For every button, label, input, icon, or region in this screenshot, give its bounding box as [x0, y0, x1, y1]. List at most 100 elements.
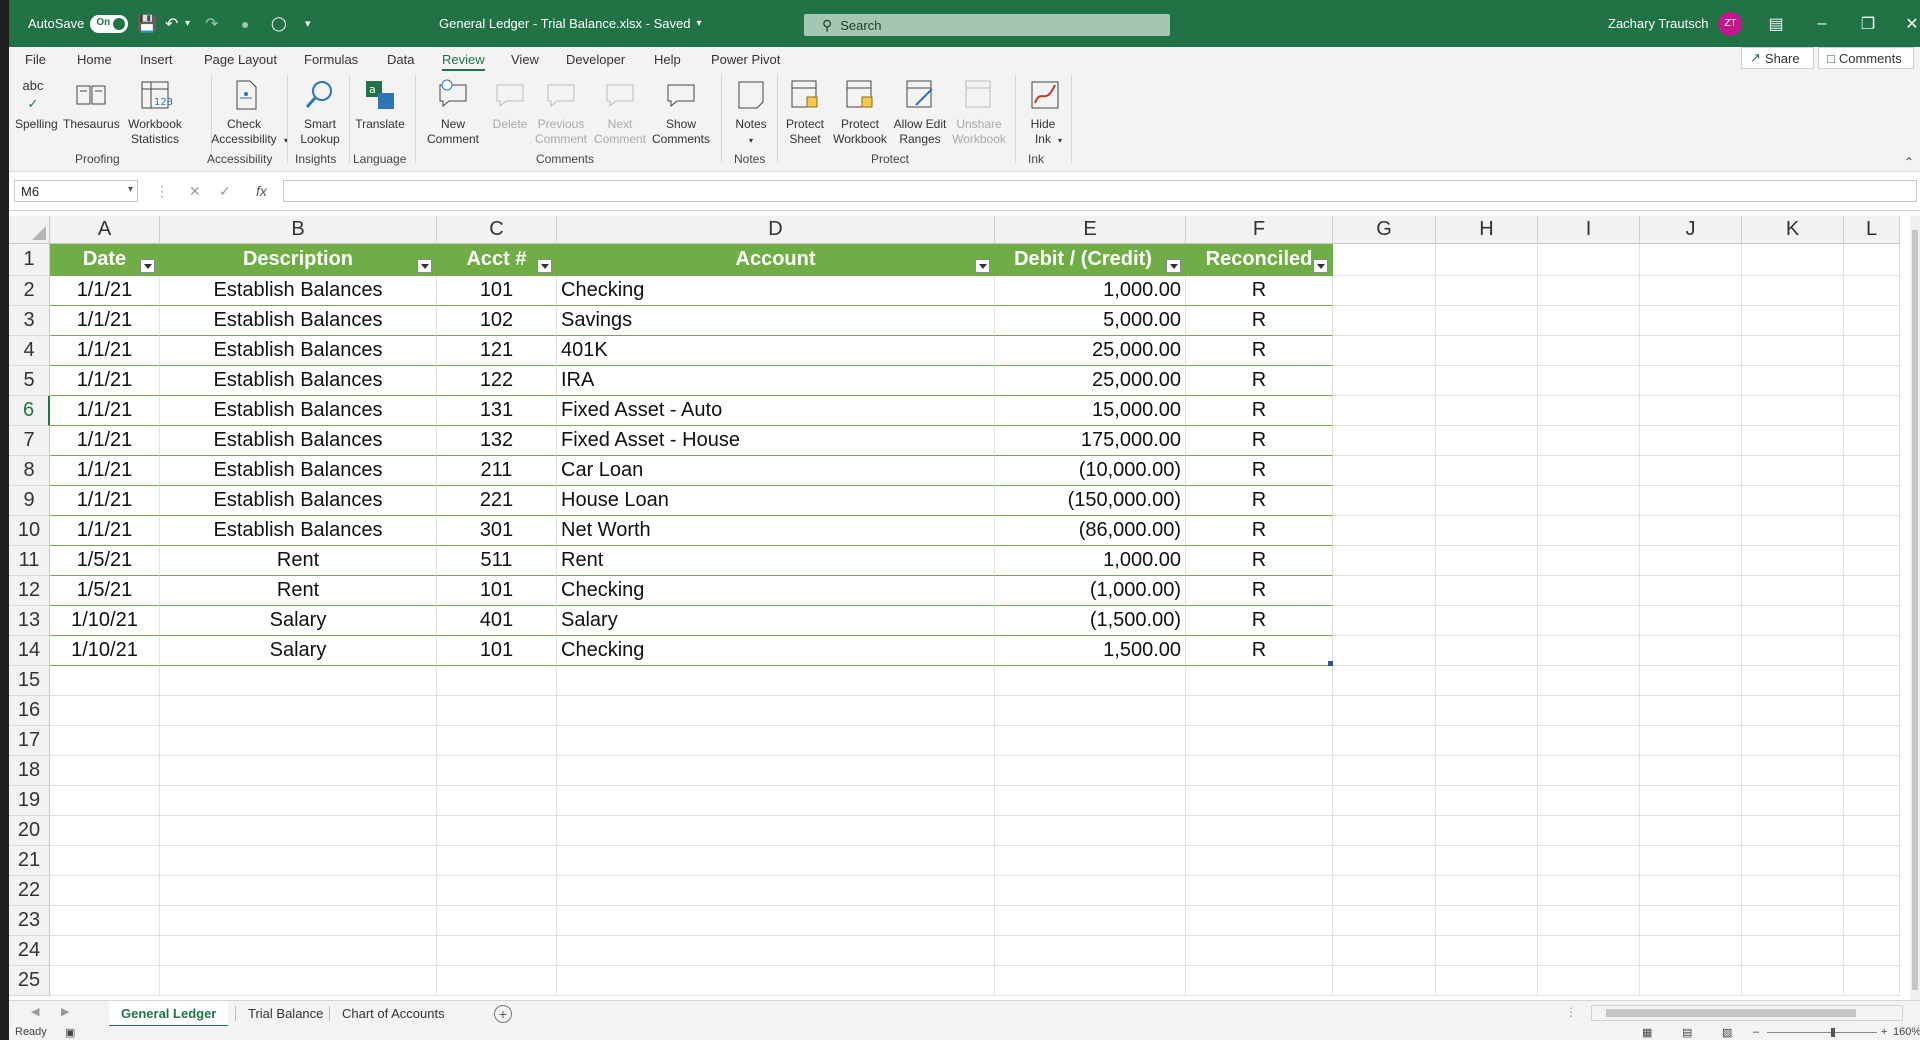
grid-cell[interactable] — [437, 876, 557, 906]
grid-cell[interactable] — [1742, 876, 1844, 906]
table-cell[interactable]: 1/1/21 — [50, 336, 160, 366]
table-cell[interactable]: R — [1186, 516, 1333, 546]
grid-cell[interactable] — [1436, 696, 1538, 726]
grid-cell[interactable] — [1538, 606, 1640, 636]
grid-cell[interactable] — [1333, 244, 1436, 276]
grid-cell[interactable] — [160, 696, 437, 726]
grid-cell[interactable] — [160, 786, 437, 816]
table-cell[interactable]: Establish Balances — [160, 366, 437, 396]
grid-cell[interactable] — [1742, 426, 1844, 456]
grid-cell[interactable] — [1742, 306, 1844, 336]
grid-cell[interactable] — [1436, 606, 1538, 636]
row-header-24[interactable]: 24 — [9, 936, 50, 966]
grid-cell[interactable] — [1436, 336, 1538, 366]
grid-cell[interactable] — [557, 936, 995, 966]
grid-cell[interactable] — [1186, 966, 1333, 996]
column-header-l[interactable]: L — [1844, 216, 1900, 244]
tab-view[interactable]: View — [511, 49, 539, 69]
protect-workbook-button[interactable]: Protect Workbook — [829, 77, 891, 147]
table-cell[interactable]: 175,000.00 — [995, 426, 1186, 456]
tab-developer[interactable]: Developer — [566, 49, 625, 69]
grid-cell[interactable] — [1640, 244, 1742, 276]
grid-cell[interactable] — [1436, 666, 1538, 696]
zoom-slider-thumb[interactable] — [1831, 1028, 1835, 1037]
grid-cell[interactable] — [557, 816, 995, 846]
search-box[interactable]: ⚲ Search — [804, 14, 1170, 36]
grid-cell[interactable] — [1333, 816, 1436, 846]
column-header-j[interactable]: J — [1640, 216, 1742, 244]
table-cell[interactable]: 1/1/21 — [50, 516, 160, 546]
undo-icon[interactable]: ↶ — [165, 0, 178, 47]
grid-cell[interactable] — [1333, 636, 1436, 666]
grid-cell[interactable] — [1436, 456, 1538, 486]
grid-cell[interactable] — [50, 696, 160, 726]
grid-cell[interactable] — [1538, 936, 1640, 966]
grid-cell[interactable] — [1742, 366, 1844, 396]
grid-cell[interactable] — [1844, 906, 1900, 936]
table-cell[interactable]: Establish Balances — [160, 306, 437, 336]
avatar[interactable]: ZT — [1718, 11, 1743, 36]
grid-cell[interactable] — [1640, 546, 1742, 576]
grid-cell[interactable] — [1640, 726, 1742, 756]
table-cell[interactable]: IRA — [557, 366, 995, 396]
table-cell[interactable]: R — [1186, 606, 1333, 636]
grid-cell[interactable] — [1640, 336, 1742, 366]
grid-cell[interactable] — [1844, 846, 1900, 876]
grid-cell[interactable] — [1640, 426, 1742, 456]
grid-cell[interactable] — [50, 846, 160, 876]
table-header-cell[interactable]: Date — [50, 244, 160, 276]
grid-cell[interactable] — [1844, 244, 1900, 276]
grid-cell[interactable] — [1436, 244, 1538, 276]
grid-cell[interactable] — [1640, 396, 1742, 426]
table-cell[interactable]: 1/1/21 — [50, 366, 160, 396]
table-header-cell[interactable]: Account — [557, 244, 995, 276]
grid-cell[interactable] — [1333, 276, 1436, 306]
table-cell[interactable]: 221 — [437, 486, 557, 516]
grid-cell[interactable] — [1333, 786, 1436, 816]
table-cell[interactable]: R — [1186, 336, 1333, 366]
autosave[interactable]: AutoSave On — [28, 0, 129, 47]
table-cell[interactable]: Salary — [160, 636, 437, 666]
grid-cell[interactable] — [1844, 306, 1900, 336]
grid-cell[interactable] — [1844, 696, 1900, 726]
row-header-8[interactable]: 8 — [9, 456, 50, 486]
table-header-cell[interactable]: Description — [160, 244, 437, 276]
table-cell[interactable]: R — [1186, 366, 1333, 396]
table-cell[interactable]: 122 — [437, 366, 557, 396]
grid-cell[interactable] — [50, 906, 160, 936]
grid-cell[interactable] — [1742, 336, 1844, 366]
column-header-g[interactable]: G — [1333, 216, 1436, 244]
grid-cell[interactable] — [1640, 576, 1742, 606]
grid-cell[interactable] — [1333, 576, 1436, 606]
row-header-6[interactable]: 6 — [9, 396, 50, 426]
column-header-e[interactable]: E — [995, 216, 1186, 244]
grid-cell[interactable] — [1742, 666, 1844, 696]
grid-cell[interactable] — [1742, 756, 1844, 786]
circle-icon[interactable]: ● — [241, 0, 249, 47]
comments-button[interactable]: □ Comments — [1818, 47, 1914, 69]
table-cell[interactable]: 1/1/21 — [50, 396, 160, 426]
spelling-button[interactable]: abc ✓ Spelling — [15, 77, 58, 132]
minimize-icon[interactable]: – — [1799, 0, 1845, 47]
row-header-12[interactable]: 12 — [9, 576, 50, 606]
table-cell[interactable]: 15,000.00 — [995, 396, 1186, 426]
row-header-4[interactable]: 4 — [9, 336, 50, 366]
table-cell[interactable]: 1,500.00 — [995, 636, 1186, 666]
column-header-a[interactable]: A — [50, 216, 160, 244]
horizontal-scroll-thumb[interactable] — [1606, 1009, 1856, 1017]
grid-cell[interactable] — [1333, 456, 1436, 486]
grid-cell[interactable] — [1186, 876, 1333, 906]
grid-cell[interactable] — [1333, 306, 1436, 336]
table-cell[interactable]: Establish Balances — [160, 276, 437, 306]
table-cell[interactable]: (10,000.00) — [995, 456, 1186, 486]
enter-icon[interactable]: ✓ — [219, 180, 231, 202]
grid-cell[interactable] — [1538, 306, 1640, 336]
table-cell[interactable]: R — [1186, 576, 1333, 606]
row-header-2[interactable]: 2 — [9, 276, 50, 306]
row-header-1[interactable]: 1 — [9, 244, 50, 276]
grid-cell[interactable] — [1333, 846, 1436, 876]
column-header-d[interactable]: D — [557, 216, 995, 244]
grid-cell[interactable] — [1844, 366, 1900, 396]
grid-cell[interactable] — [1436, 366, 1538, 396]
add-sheet-icon[interactable]: + — [494, 1005, 512, 1023]
